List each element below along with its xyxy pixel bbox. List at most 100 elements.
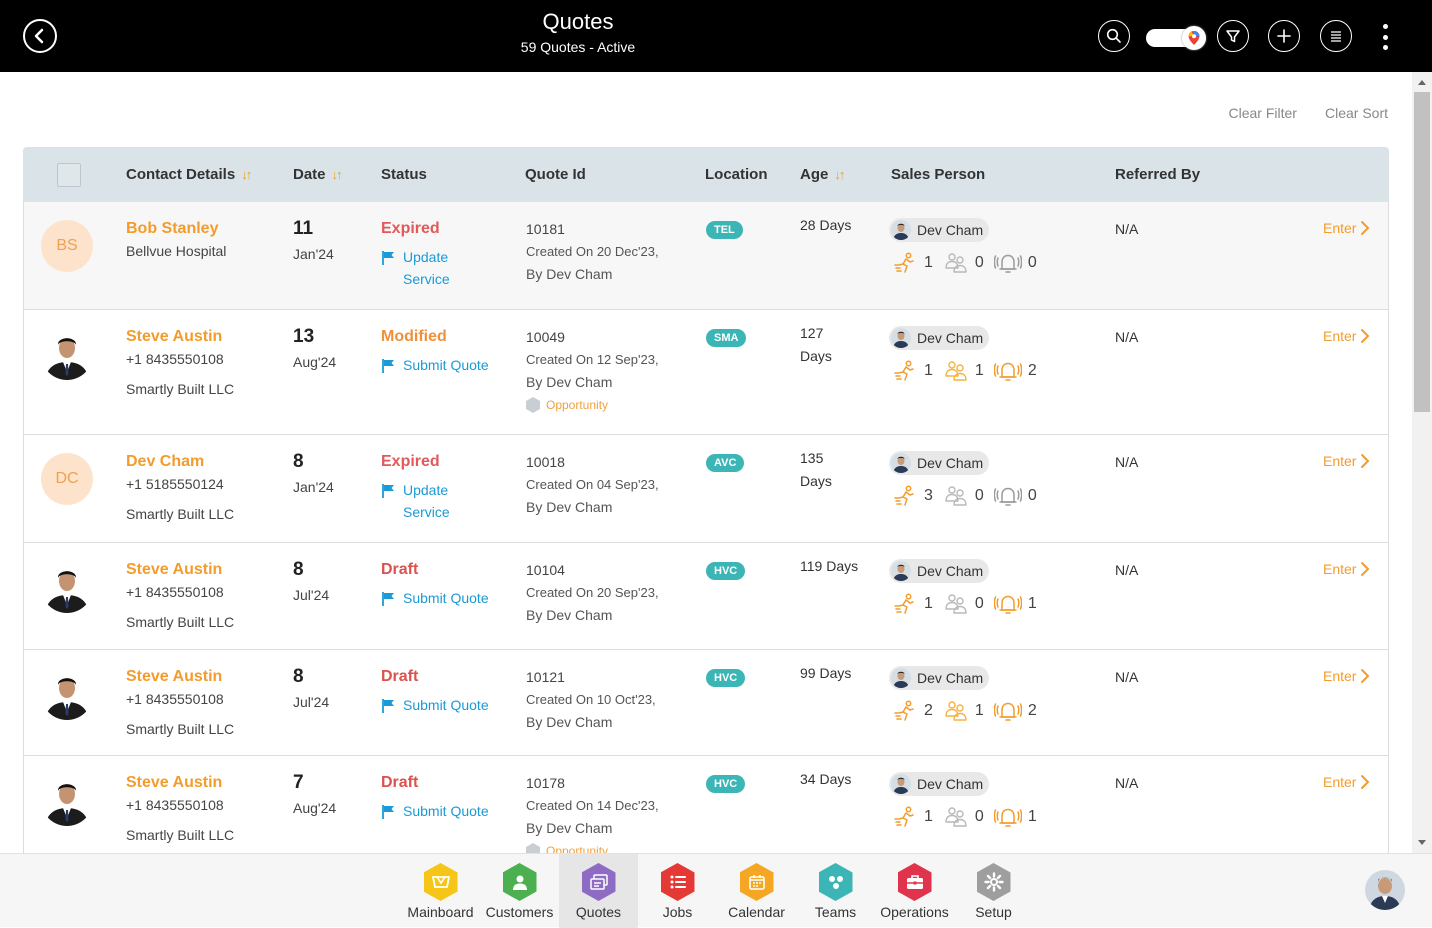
- table-row[interactable]: Steve Austin +1 8435550108 Smartly Built L…: [23, 756, 1389, 853]
- contact-name[interactable]: Steve Austin: [126, 561, 222, 579]
- back-button[interactable]: [23, 19, 57, 53]
- search-button[interactable]: [1098, 20, 1130, 52]
- chevron-right-icon: [1361, 775, 1370, 789]
- sales-person-chip[interactable]: Dev Cham: [889, 559, 990, 583]
- status-action-link[interactable]: Update Service: [381, 479, 450, 523]
- status-action-link[interactable]: Submit Quote: [381, 800, 489, 822]
- vertical-scrollbar[interactable]: [1412, 72, 1432, 853]
- stat-alerts[interactable]: 0: [993, 484, 1037, 508]
- nav-item-mainboard[interactable]: Mainboard: [401, 854, 480, 928]
- map-view-toggle[interactable]: [1146, 26, 1206, 50]
- column-contact[interactable]: Contact Details ↓↑: [126, 166, 252, 183]
- stat-alerts[interactable]: 0: [993, 251, 1037, 275]
- contact-name[interactable]: Steve Austin: [126, 668, 222, 686]
- column-date[interactable]: Date ↓↑: [293, 166, 343, 183]
- sales-person-chip[interactable]: Dev Cham: [889, 326, 990, 350]
- stat-alerts[interactable]: 1: [993, 592, 1037, 616]
- stat-contacts[interactable]: 1: [943, 699, 984, 723]
- runner-icon: [894, 593, 914, 614]
- status-action-link[interactable]: Submit Quote: [381, 354, 489, 376]
- flag-icon: [382, 592, 394, 606]
- stat-alerts[interactable]: 2: [993, 359, 1037, 383]
- scroll-down-arrow-icon[interactable]: [1418, 840, 1426, 845]
- select-all-checkbox[interactable]: [57, 163, 81, 187]
- nav-item-customers[interactable]: Customers: [480, 854, 559, 928]
- opportunity-tag[interactable]: Opportunity: [526, 397, 608, 413]
- nav-item-jobs[interactable]: Jobs: [638, 854, 717, 928]
- stat-contacts[interactable]: 0: [943, 805, 984, 829]
- status-label: Expired: [381, 453, 440, 470]
- enter-button[interactable]: Enter: [1323, 328, 1370, 344]
- table-row[interactable]: DC Dev Cham +1 5185550124 Smartly Built LLC…: [23, 435, 1389, 543]
- list-view-button[interactable]: [1320, 20, 1352, 52]
- referred-by: N/A: [1115, 221, 1139, 237]
- nav-item-operations[interactable]: Operations: [875, 854, 954, 928]
- stat-contacts[interactable]: 0: [943, 251, 984, 275]
- enter-button[interactable]: Enter: [1323, 668, 1370, 684]
- stat-contacts[interactable]: 1: [943, 359, 984, 383]
- stat-visits[interactable]: 1: [894, 359, 933, 383]
- contact-company: Smartly Built LLC: [126, 506, 235, 522]
- contact-name[interactable]: Bob Stanley: [126, 220, 218, 238]
- nav-item-setup[interactable]: Setup: [954, 854, 1033, 928]
- stat-contacts[interactable]: 0: [943, 484, 984, 508]
- quote-age: 135 Days: [800, 450, 832, 489]
- enter-button[interactable]: Enter: [1323, 774, 1370, 790]
- sales-person-chip[interactable]: Dev Cham: [889, 451, 990, 475]
- kebab-icon: [1382, 24, 1388, 29]
- status-action-link[interactable]: Submit Quote: [381, 694, 489, 716]
- nav-item-calendar[interactable]: Calendar: [717, 854, 796, 928]
- referred-by: N/A: [1115, 775, 1139, 791]
- status-label: Draft: [381, 561, 419, 578]
- location-badge: SMA: [706, 329, 747, 347]
- contact-name[interactable]: Steve Austin: [126, 774, 222, 792]
- enter-button[interactable]: Enter: [1323, 453, 1370, 469]
- location-badge: AVC: [706, 454, 745, 472]
- add-button[interactable]: [1268, 20, 1300, 52]
- stat-visits[interactable]: 1: [894, 805, 933, 829]
- status-action-link[interactable]: Submit Quote: [381, 587, 489, 609]
- contact-detail: +1 8435550108: [126, 797, 224, 813]
- enter-button[interactable]: Enter: [1323, 220, 1370, 236]
- stat-contacts[interactable]: 0: [943, 592, 984, 616]
- quote-created: Created On 12 Sep'23,: [526, 352, 659, 367]
- flag-icon: [382, 359, 394, 373]
- opportunity-tag[interactable]: Opportunity: [526, 843, 608, 853]
- table-row[interactable]: Steve Austin +1 8435550108 Smartly Built L…: [23, 543, 1389, 650]
- more-menu-button[interactable]: [1378, 22, 1392, 52]
- status-action-link[interactable]: Update Service: [381, 246, 450, 290]
- scroll-up-arrow-icon[interactable]: [1418, 80, 1426, 85]
- date-day: 8: [293, 666, 304, 687]
- user-avatar[interactable]: [1365, 870, 1405, 910]
- stat-visits[interactable]: 1: [894, 251, 933, 275]
- nav-item-quotes[interactable]: Quotes: [559, 854, 638, 928]
- sales-person-chip[interactable]: Dev Cham: [889, 772, 990, 796]
- table-row[interactable]: Steve Austin +1 8435550108 Smartly Built L…: [23, 650, 1389, 756]
- stat-alerts[interactable]: 1: [993, 805, 1037, 829]
- list-icon: [1331, 31, 1341, 42]
- date-month: Jul'24: [293, 694, 330, 710]
- contact-name[interactable]: Steve Austin: [126, 328, 222, 346]
- sales-person-chip[interactable]: Dev Cham: [889, 218, 990, 242]
- stat-alerts[interactable]: 2: [993, 699, 1037, 723]
- scroll-thumb[interactable]: [1414, 92, 1430, 412]
- group-icon: [945, 594, 967, 614]
- bottom-navigation: Mainboard Customers Quotes Jobs Calendar Team…: [0, 853, 1432, 928]
- quote-created-by: By Dev Cham: [526, 714, 613, 730]
- column-age[interactable]: Age ↓↑: [800, 166, 845, 183]
- clear-sort-link[interactable]: Clear Sort: [1325, 105, 1388, 121]
- nav-label: Calendar: [728, 904, 785, 920]
- filter-button[interactable]: [1217, 20, 1249, 52]
- stat-visits[interactable]: 3: [894, 484, 933, 508]
- stat-visits[interactable]: 2: [894, 699, 933, 723]
- runner-icon: [894, 700, 914, 721]
- enter-button[interactable]: Enter: [1323, 561, 1370, 577]
- table-row[interactable]: BS Bob Stanley Bellvue Hospital 11 Jan'24 Exp…: [23, 202, 1389, 310]
- quote-id: 10178: [526, 775, 565, 791]
- sales-person-chip[interactable]: Dev Cham: [889, 666, 990, 690]
- nav-item-teams[interactable]: Teams: [796, 854, 875, 928]
- contact-name[interactable]: Dev Cham: [126, 453, 204, 471]
- stat-visits[interactable]: 1: [894, 592, 933, 616]
- clear-filter-link[interactable]: Clear Filter: [1229, 105, 1297, 121]
- table-row[interactable]: Steve Austin +1 8435550108 Smartly Built L…: [23, 310, 1389, 435]
